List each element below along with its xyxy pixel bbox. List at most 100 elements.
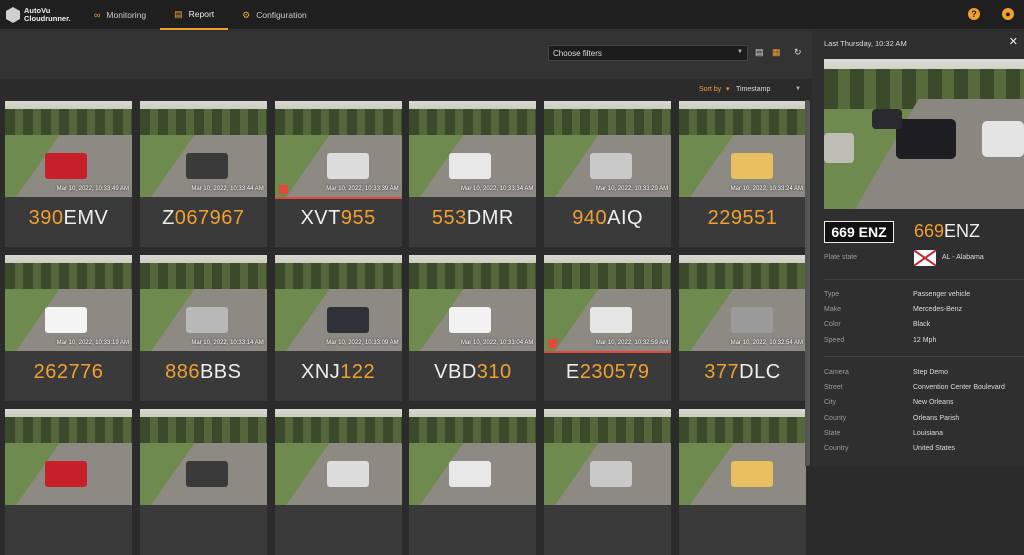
read-thumbnail[interactable] [139,409,267,505]
read-tile[interactable]: Mar 10, 2022, 10:33:44 AM Z067967 [139,101,267,247]
logo-mark-icon [6,7,20,23]
plate-part-a: 553 [431,207,467,229]
thumb-car [449,153,492,179]
field-label-make: Make [824,306,842,314]
help-icon[interactable]: ? [968,8,980,20]
read-timestamp: Mar 10, 2022, 10:33:24 AM [730,186,803,192]
read-thumbnail[interactable] [274,409,402,505]
sort-select[interactable]: Timestamp [736,86,770,93]
read-thumbnail[interactable] [679,101,806,197]
read-thumbnail[interactable] [274,101,402,197]
field-label-type: Type [824,291,840,298]
read-thumbnail[interactable] [409,409,537,505]
read-timestamp: Mar 10, 2022, 10:33:29 AM [595,186,669,192]
read-thumbnail[interactable] [544,255,672,351]
field-label-speed: Speed [824,336,845,344]
read-thumbnail[interactable] [5,409,132,505]
read-tile[interactable]: Mar 10, 2022, 10:32:59 AM E230579 [544,255,672,401]
thumb-car [326,307,369,333]
read-tile[interactable]: Mar 10, 2022, 10:33:29 AM 940AIQ [544,101,672,247]
read-thumbnail[interactable] [139,255,267,351]
plate-part-b: 955 [340,207,376,229]
plate-part-a: 886 [165,361,200,383]
read-thumbnail[interactable] [544,409,672,505]
read-tile[interactable] [409,409,537,555]
read-thumbnail[interactable] [5,255,132,351]
grid-view-icon[interactable]: ▦ [772,47,782,57]
grid-scrollbar[interactable] [805,100,810,466]
thumb-car [185,153,228,179]
field-value-speed: 12 Mph [913,336,937,344]
field-value-color: Black [913,321,931,329]
tab-monitoring[interactable]: ∞ Monitoring [80,0,160,30]
read-thumbnail[interactable] [409,255,537,351]
read-plate-number: 229551 [679,207,806,230]
field-label-city: City [824,399,837,407]
tab-report[interactable]: ▤ Report [160,0,229,30]
read-tile[interactable]: Mar 10, 2022, 10:33:39 AM XVT955 [274,101,402,247]
binoculars-icon: ∞ [94,10,101,20]
read-tile[interactable]: Mar 10, 2022, 10:33:24 AM 229551 [679,101,806,247]
divider [824,356,1024,357]
thumb-car [731,153,773,179]
scrollbar-thumb[interactable] [805,100,810,466]
plate-part-a: 229551 [707,207,778,229]
plate-part-a: 940 [572,207,608,229]
thumb-car [590,307,633,333]
tab-configuration[interactable]: ⚙ Configuration [228,0,321,30]
reads-grid: Mar 10, 2022, 10:33:49 AM 390EMV Mar 10, 2… [5,101,806,555]
gear-icon: ⚙ [242,9,251,20]
read-tile[interactable]: Mar 10, 2022, 10:33:14 AM 886BBS [139,255,267,401]
refresh-icon[interactable]: ↻ [794,47,804,57]
sort-direction-icon[interactable]: ▾ [726,85,730,93]
read-tile[interactable] [274,409,402,555]
read-thumbnail[interactable] [679,255,806,351]
read-thumbnail[interactable] [5,101,132,197]
close-icon[interactable]: ✕ [1009,35,1018,48]
plate-part-a: Z [162,207,175,229]
field-value-country: United States [913,445,956,452]
plate-part-b: AIQ [607,207,644,229]
top-bar: AutoVu Cloudrunner. ∞ Monitoring ▤ Repor… [0,0,1024,30]
read-thumbnail[interactable] [679,409,806,505]
thumb-car [45,461,87,487]
plate-crop-image[interactable]: 669 ENZ [824,221,894,243]
read-plate-number: Z067967 [140,207,267,230]
read-tile[interactable] [5,409,132,555]
chevron-down-icon[interactable]: ▼ [795,86,801,92]
thumb-car [731,461,773,487]
read-tile[interactable]: Mar 10, 2022, 10:33:09 AM XNJ122 [274,255,402,401]
read-thumbnail[interactable] [274,255,402,351]
user-icon[interactable]: ● [1002,8,1014,20]
read-tile[interactable]: Mar 10, 2022, 10:33:19 AM 262776 [5,255,132,401]
plate-state-label: Plate state [824,254,858,261]
read-tile[interactable] [544,409,672,555]
vehicle-photo[interactable] [824,59,1024,209]
read-tile[interactable] [679,409,806,555]
photo-car-silver [824,133,854,163]
thumb-car [449,307,492,333]
read-thumbnail[interactable] [139,101,267,197]
divider [824,279,1024,280]
filter-placeholder: Choose filters [553,49,602,58]
read-tile[interactable]: Mar 10, 2022, 10:33:49 AM 390EMV [5,101,132,247]
field-value-camera: Step Demo [913,369,949,376]
read-thumbnail[interactable] [544,101,672,197]
report-toolbar: Choose filters ▼ ▤ ▦ ↻ [0,31,812,79]
read-tile[interactable]: Mar 10, 2022, 10:33:04 AM VBD310 [409,255,537,401]
field-label-country: Country [824,445,849,452]
plate-part-a: XNJ [301,361,341,383]
read-tile[interactable] [139,409,267,555]
filter-dropdown[interactable]: Choose filters ▼ [548,45,748,61]
thumb-car [590,461,633,487]
read-tile[interactable]: Mar 10, 2022, 10:32:54 AM 377DLC [679,255,806,401]
read-timestamp: Mar 10, 2022, 10:33:34 AM [461,186,534,192]
read-tile[interactable]: Mar 10, 2022, 10:33:34 AM 553DMR [409,101,537,247]
report-icon: ▤ [174,8,183,19]
app-logo[interactable]: AutoVu Cloudrunner. [6,4,76,26]
thumb-car [45,153,87,179]
plate-part-a: 390 [28,207,64,229]
logo-line-2: Cloudrunner. [24,14,71,23]
list-view-icon[interactable]: ▤ [755,47,765,57]
read-thumbnail[interactable] [409,101,537,197]
